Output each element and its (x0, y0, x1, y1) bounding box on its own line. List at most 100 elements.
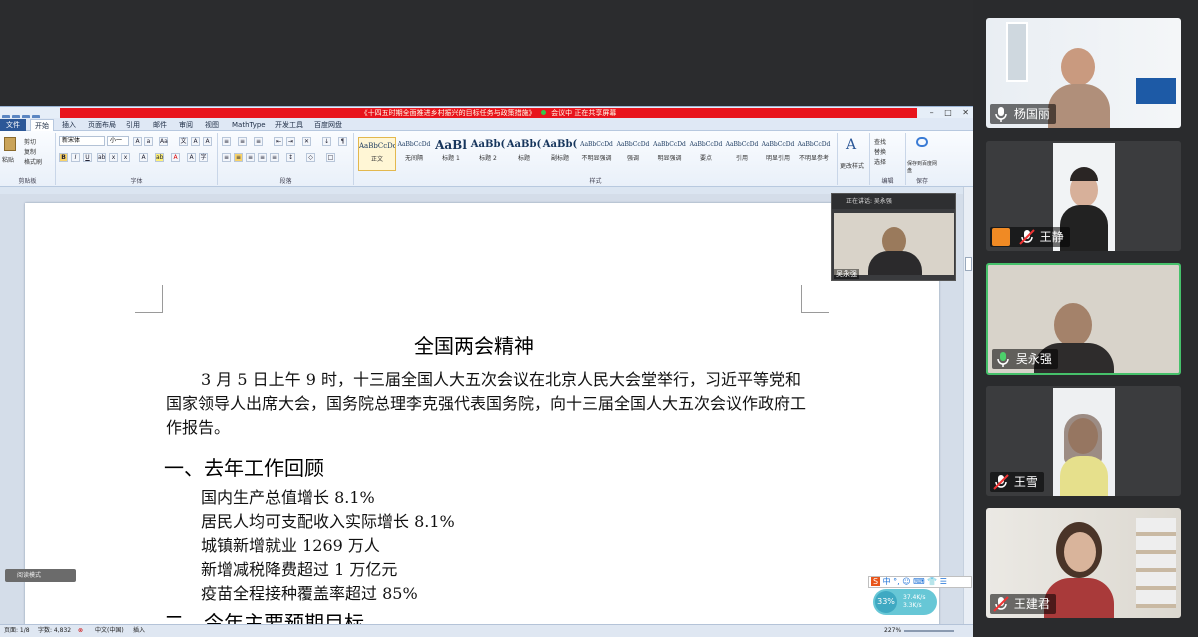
tab-file[interactable]: 文件 (0, 119, 26, 131)
style-gallery-item[interactable]: AaBbCcDd 正文 (358, 137, 396, 171)
italic-icon[interactable]: I (71, 153, 80, 162)
strikethrough-icon[interactable]: ab (97, 153, 106, 162)
style-gallery-item[interactable]: AaBbCcDd 不明显强调 (578, 137, 615, 171)
ime-language[interactable]: 中 (883, 577, 891, 586)
ime-toolbar[interactable]: S 中 °, ☺ ⌨ 👕 ☰ (868, 576, 972, 588)
style-gallery-item[interactable]: AaBbCcDd 明显强调 (651, 137, 688, 171)
document-page[interactable]: 全国两会精神 3 月 5 日上午 9 时，十三届全国人大五次会议在北京人民大会堂… (25, 203, 939, 624)
paste-button[interactable]: 粘贴 (2, 155, 14, 164)
text-effects-icon[interactable]: A (139, 153, 148, 162)
scroll-thumb[interactable] (965, 257, 972, 271)
replace-button[interactable]: 替换 (874, 147, 886, 156)
sort-icon[interactable]: ↓ (322, 137, 331, 146)
style-gallery-item[interactable]: AaBl 标题 1 (432, 137, 470, 171)
quick-access-toolbar[interactable] (2, 108, 58, 123)
borders-icon[interactable]: □ (326, 153, 335, 162)
align-right-icon[interactable]: ≡ (246, 153, 255, 162)
show-marks-icon[interactable]: ¶ (338, 137, 347, 146)
network-monitor[interactable]: 33% 37.4K/s 3.3K/s (873, 589, 937, 615)
style-gallery-item[interactable]: AaBbCcDd 引用 (724, 137, 760, 171)
zoom-level[interactable]: 227% (884, 625, 901, 637)
tab-baidu-netdisk[interactable]: 百度网盘 (314, 119, 342, 131)
save-to-netdisk-button[interactable]: 保存到百度网盘 (907, 161, 937, 175)
participant-tile-5[interactable]: 王建君 (986, 508, 1181, 618)
style-gallery-item[interactable]: AaBbCcDd 明显引用 (760, 137, 796, 171)
tab-review[interactable]: 审阅 (179, 119, 193, 131)
insert-mode[interactable]: 插入 (133, 625, 145, 637)
decrease-indent-icon[interactable]: ⇤ (274, 137, 283, 146)
align-left-icon[interactable]: ≡ (222, 153, 231, 162)
phonetic-guide-icon[interactable]: 文 (179, 137, 188, 146)
multilevel-list-icon[interactable]: ≡ (254, 137, 263, 146)
participant-name: 吴永强 (1015, 352, 1052, 366)
style-name: 明显强调 (657, 155, 682, 162)
select-button[interactable]: 选择 (874, 157, 886, 166)
enclose-char-icon[interactable]: 字 (199, 153, 208, 162)
bold-icon[interactable]: B (59, 153, 68, 162)
close-button[interactable]: ✕ (962, 108, 969, 117)
tab-page-layout[interactable]: 页面布局 (88, 119, 116, 131)
minimize-button[interactable]: – (930, 108, 934, 117)
justify-icon[interactable]: ≡ (258, 153, 267, 162)
numbering-icon[interactable]: ≡ (238, 137, 247, 146)
participant-tile-3[interactable]: 吴永强 (986, 263, 1181, 375)
font-color-icon[interactable]: A (171, 153, 180, 162)
tab-mailings[interactable]: 邮件 (153, 119, 167, 131)
tab-mathtype[interactable]: MathType (232, 119, 266, 131)
copy-button[interactable]: 复制 (24, 147, 36, 156)
page-count[interactable]: 页面: 1/8 (4, 625, 30, 637)
zoom-slider[interactable] (904, 630, 954, 632)
tab-view[interactable]: 视图 (205, 119, 219, 131)
word-count[interactable]: 字数: 4,832 (38, 625, 71, 637)
style-gallery-item[interactable]: AaBbCcDd 无间隔 (396, 137, 432, 171)
find-button[interactable]: 查找 (874, 137, 886, 146)
subscript-icon[interactable]: x (109, 153, 118, 162)
change-styles-icon[interactable]: A (846, 137, 856, 153)
style-gallery-item[interactable]: AaBbCcDd 强调 (615, 137, 651, 171)
bullets-icon[interactable]: ≡ (222, 137, 231, 146)
style-gallery-item[interactable]: AaBbCcDd 要点 (688, 137, 724, 171)
superscript-icon[interactable]: x (121, 153, 130, 162)
increase-indent-icon[interactable]: ⇥ (286, 137, 295, 146)
participant-tile-4[interactable]: 王雪 (986, 386, 1181, 496)
change-styles-button[interactable]: 更改样式 (840, 161, 864, 170)
chinese-layout-icon[interactable]: ✕ (302, 137, 311, 146)
maximize-button[interactable]: □ (944, 108, 952, 117)
style-gallery-item[interactable]: AaBb(标题 (506, 137, 542, 171)
reading-mode-button[interactable]: 阅读模式 (5, 569, 76, 582)
format-painter-button[interactable]: 格式刷 (24, 157, 42, 166)
style-gallery-item[interactable]: AaBbCcDd 不明显参考 (796, 137, 832, 171)
style-sample: AaBbCcDd (580, 141, 613, 148)
cpu-percent: 33% (875, 591, 897, 613)
line-spacing-icon[interactable]: ↕ (286, 153, 295, 162)
font-size-select[interactable]: 小一 (107, 136, 129, 146)
tab-developer[interactable]: 开发工具 (275, 119, 303, 131)
tab-references[interactable]: 引用 (126, 119, 140, 131)
char-shading-icon[interactable]: A (187, 153, 196, 162)
align-center-icon[interactable]: ≡ (234, 153, 243, 162)
underline-icon[interactable]: U (83, 153, 92, 162)
shading-icon[interactable]: ◇ (306, 153, 315, 162)
baidu-netdisk-icon[interactable] (916, 137, 928, 147)
style-gallery-item[interactable]: AaBb(副标题 (542, 137, 578, 171)
clear-format-icon[interactable]: A (191, 137, 200, 146)
highlight-icon[interactable]: ab (155, 153, 164, 162)
shrink-font-icon[interactable]: a (144, 137, 153, 146)
change-case-icon[interactable]: Aa (159, 137, 168, 146)
paragraph-group-label: 段落 (279, 178, 292, 185)
grow-font-icon[interactable]: A (133, 137, 142, 146)
style-gallery-item[interactable]: AaBb(标题 2 (470, 137, 506, 171)
shared-screen-top-area (0, 0, 973, 106)
distribute-icon[interactable]: ≡ (270, 153, 279, 162)
tab-insert[interactable]: 插入 (62, 119, 76, 131)
tab-home[interactable]: 开始 (30, 119, 54, 131)
participant-tile-1[interactable]: 杨国丽 (986, 18, 1181, 128)
cut-button[interactable]: 剪切 (24, 137, 36, 146)
proofing-icon[interactable]: ⊗ (78, 625, 83, 637)
speaker-floating-video[interactable]: 正在讲话: 吴永强 吴永强 (831, 193, 956, 281)
font-name-select[interactable]: 新宋体 (59, 136, 105, 146)
participant-tile-2[interactable]: 王静 (986, 141, 1181, 251)
char-border-icon[interactable]: A (203, 137, 212, 146)
vertical-scrollbar[interactable] (963, 187, 973, 624)
language-status[interactable]: 中文(中国) (95, 625, 124, 637)
